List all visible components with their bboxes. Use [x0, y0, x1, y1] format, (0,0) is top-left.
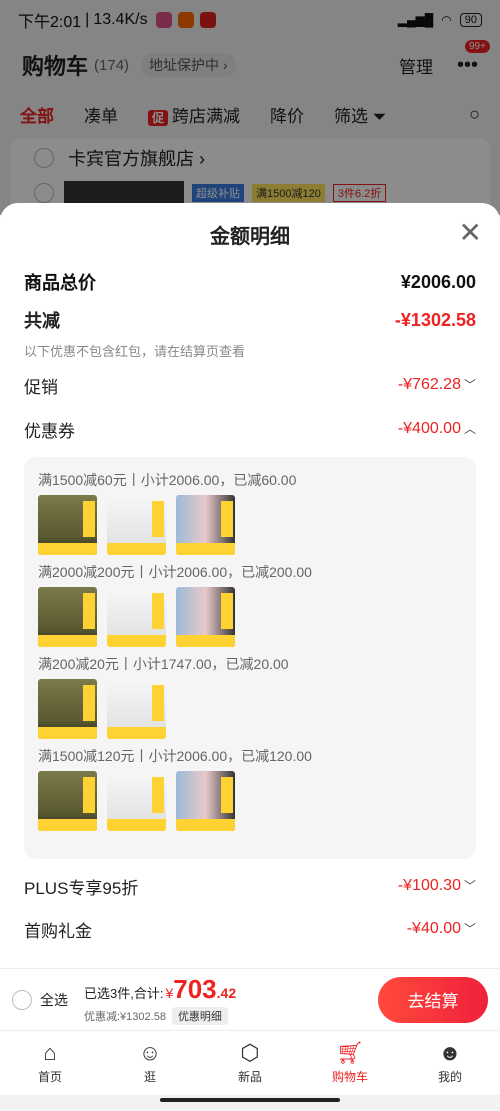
- coupon-group: 满1500减60元丨小计2006.00，已减60.00: [38, 469, 462, 555]
- promo-value: -¥762.28: [397, 376, 461, 393]
- tab-cart[interactable]: 🛒︎ 购物车: [300, 1031, 400, 1095]
- discount-label: 共减: [24, 311, 60, 331]
- price-integer: 703: [173, 974, 217, 1004]
- tab-browse-label: 逛: [143, 1070, 156, 1084]
- product-thumb-couple[interactable]: [176, 495, 235, 555]
- product-thumb-olive-jacket[interactable]: [38, 771, 97, 831]
- price-decimal: .42: [216, 985, 237, 1001]
- product-thumb-white-jacket[interactable]: [107, 495, 166, 555]
- product-thumb-olive-jacket[interactable]: [38, 587, 97, 647]
- chevron-down-icon: ﹀: [463, 922, 476, 936]
- user-icon: ☻: [438, 1040, 462, 1065]
- cart-icon: 🛒︎: [336, 1040, 364, 1065]
- select-all-radio[interactable]: [12, 989, 32, 1010]
- product-thumb-couple[interactable]: [176, 587, 235, 647]
- total-label: 商品总价: [24, 273, 96, 293]
- coupon-group: 满200减20元丨小计1747.00，已减20.00: [38, 653, 462, 739]
- first-gift-row[interactable]: 首购礼金 -¥40.00 ﹀: [0, 907, 500, 951]
- discount-row: 共减 -¥1302.58: [0, 299, 500, 341]
- sheet-title-text: 金额明细: [210, 225, 290, 248]
- tab-home-label: 首页: [37, 1070, 62, 1084]
- checkout-bar: 全选 已选3件,合计: ¥ 703 .42 优惠减:¥1302.58 优惠明细 …: [0, 968, 500, 1030]
- plus-value: -¥100.30: [397, 877, 461, 894]
- summary: 已选3件,合计: ¥ 703 .42 优惠减:¥1302.58 优惠明细: [84, 974, 236, 1025]
- total-value: ¥2006.00: [400, 271, 476, 292]
- coupon-group-title: 满200减20元丨小计1747.00，已减20.00: [38, 656, 289, 672]
- product-thumb-olive-jacket[interactable]: [38, 679, 97, 739]
- coupon-products: [38, 771, 462, 831]
- tab-new-label: 新品: [237, 1070, 262, 1084]
- product-thumb-white-jacket[interactable]: [107, 771, 166, 831]
- saved-amount: 优惠减:¥1302.58: [84, 1011, 166, 1023]
- selected-count: 已选3件,合计:: [84, 986, 164, 1001]
- product-thumb-white-jacket[interactable]: [107, 587, 166, 647]
- smile-icon: ☺: [138, 1040, 162, 1065]
- coupon-group-title: 满1500减60元丨小计2006.00，已减60.00: [38, 472, 297, 488]
- bottom-tabbar: ⌂ 首页 ☺ 逛 ⬡ 新品 🛒︎ 购物车 ☻ 我的: [0, 1030, 500, 1095]
- coupon-detail-box: 满1500减60元丨小计2006.00，已减60.00 满2000减200元丨小…: [24, 457, 476, 859]
- close-icon[interactable]: ✕: [459, 219, 482, 247]
- promo-row[interactable]: 促销 -¥762.28 ﹀: [0, 363, 500, 407]
- price-currency: ¥: [165, 985, 174, 1001]
- overlay-dim[interactable]: [0, 0, 500, 215]
- select-all-label[interactable]: 全选: [40, 990, 68, 1010]
- tab-mine[interactable]: ☻ 我的: [400, 1031, 500, 1095]
- coupon-products: [38, 679, 462, 739]
- checkout-button[interactable]: 去结算: [378, 976, 488, 1023]
- plus-label: PLUS专享95折: [24, 878, 139, 898]
- coupon-row[interactable]: 优惠券 -¥400.00 ︿: [0, 407, 500, 451]
- gift-label: 首购礼金: [24, 921, 92, 941]
- home-icon: ⌂: [43, 1040, 57, 1065]
- tab-mine-label: 我的: [437, 1070, 462, 1084]
- plus-discount-row[interactable]: PLUS专享95折 -¥100.30 ﹀: [0, 865, 500, 907]
- coupon-products: [38, 495, 462, 555]
- tab-new[interactable]: ⬡ 新品: [200, 1031, 300, 1095]
- tab-cart-label: 购物车: [331, 1070, 368, 1084]
- discount-detail-button[interactable]: 优惠明细: [171, 1007, 228, 1025]
- coupon-group-title: 满2000减200元丨小计2006.00，已减200.00: [38, 564, 312, 580]
- tab-browse[interactable]: ☺ 逛: [100, 1031, 200, 1095]
- product-thumb-white-jacket[interactable]: [107, 679, 166, 739]
- discount-value: -¥1302.58: [394, 309, 476, 330]
- chevron-down-icon: ﹀: [463, 378, 476, 392]
- box-icon: ⬡: [240, 1040, 260, 1065]
- promo-label: 促销: [24, 377, 58, 397]
- gift-value: -¥40.00: [406, 920, 461, 937]
- coupon-group-title: 满1500减120元丨小计2006.00，已减120.00: [38, 748, 312, 764]
- chevron-up-icon: ︿: [463, 422, 476, 436]
- sheet-title: 金额明细 ✕: [0, 203, 500, 265]
- coupon-value: -¥400.00: [397, 420, 461, 437]
- coupon-products: [38, 587, 462, 647]
- total-row: 商品总价 ¥2006.00: [0, 265, 500, 299]
- coupon-label: 优惠券: [24, 421, 75, 441]
- coupon-group: 满1500减120元丨小计2006.00，已减120.00: [38, 745, 462, 831]
- amount-detail-sheet: 金额明细 ✕ 商品总价 ¥2006.00 共减 -¥1302.58 以下优惠不包…: [0, 203, 500, 968]
- product-thumb-olive-jacket[interactable]: [38, 495, 97, 555]
- home-indicator[interactable]: [160, 1098, 340, 1102]
- discount-note: 以下优惠不包含红包，请在结算页查看: [24, 344, 246, 359]
- product-thumb-couple[interactable]: [176, 771, 235, 831]
- chevron-down-icon: ﹀: [463, 879, 476, 893]
- coupon-group: 满2000减200元丨小计2006.00，已减200.00: [38, 561, 462, 647]
- tab-home[interactable]: ⌂ 首页: [0, 1031, 100, 1095]
